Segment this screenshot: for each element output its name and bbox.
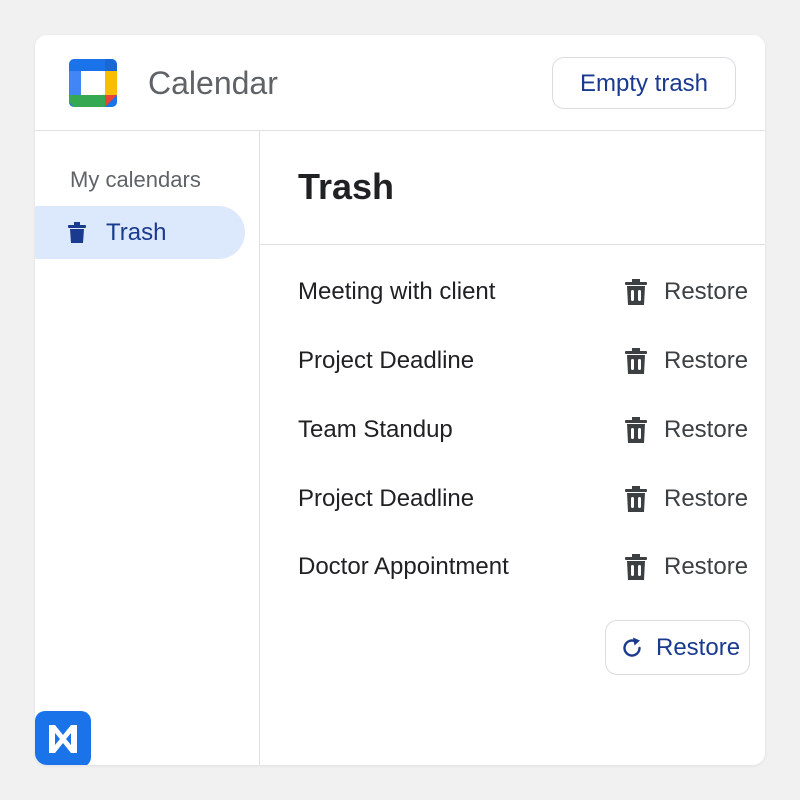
restore-label: Restore	[664, 553, 749, 580]
restore-label: Restore	[664, 416, 749, 443]
sidebar-heading: My calendars	[70, 167, 201, 192]
list-item: Doctor Appointment Restore	[298, 547, 748, 587]
restore-item-button[interactable]: Restore	[624, 272, 748, 312]
divider	[260, 244, 765, 245]
restore-button-label: Restore	[656, 634, 741, 661]
list-item: Project Deadline Restore	[298, 341, 748, 381]
trash-icon	[625, 348, 647, 374]
event-title: Project Deadline	[298, 485, 475, 512]
restore-item-button[interactable]: Restore	[624, 410, 748, 450]
list-item: Project Deadline Restore	[298, 479, 748, 519]
sidebar-item-trash[interactable]: Trash	[35, 206, 245, 259]
event-title: Doctor Appointment	[298, 553, 509, 580]
event-title: Meeting with client	[298, 278, 496, 305]
trash-icon	[625, 279, 647, 305]
app-logo-icon	[49, 725, 77, 753]
refresh-icon	[623, 637, 641, 657]
event-title: Team Standup	[298, 416, 453, 443]
trash-icon	[625, 554, 647, 580]
sidebar-item-label: Trash	[106, 219, 167, 246]
trash-icon	[625, 417, 647, 443]
header: Calendar Empty trash	[35, 35, 765, 131]
list-item: Team Standup Restore	[298, 410, 748, 450]
list-item: Meeting with client Restore	[298, 272, 748, 312]
restore-label: Restore	[664, 347, 749, 374]
restore-label: Restore	[664, 485, 749, 512]
restore-item-button[interactable]: Restore	[624, 341, 748, 381]
restore-button[interactable]: Restore	[605, 620, 750, 675]
restore-item-button[interactable]: Restore	[624, 547, 748, 587]
trash-icon	[68, 222, 86, 243]
event-title: Project Deadline	[298, 347, 475, 374]
app-window: Calendar Empty trash My calendars Trash …	[35, 35, 765, 765]
app-title: Calendar	[148, 65, 278, 101]
app-logo-badge[interactable]	[35, 711, 91, 765]
page-title: Trash	[298, 166, 395, 207]
restore-item-button[interactable]: Restore	[624, 479, 748, 519]
sidebar: My calendars Trash	[35, 131, 260, 765]
restore-label: Restore	[664, 278, 749, 305]
google-calendar-logo-icon	[69, 59, 117, 107]
empty-trash-button[interactable]: Empty trash	[552, 57, 736, 109]
trash-icon	[625, 486, 647, 512]
